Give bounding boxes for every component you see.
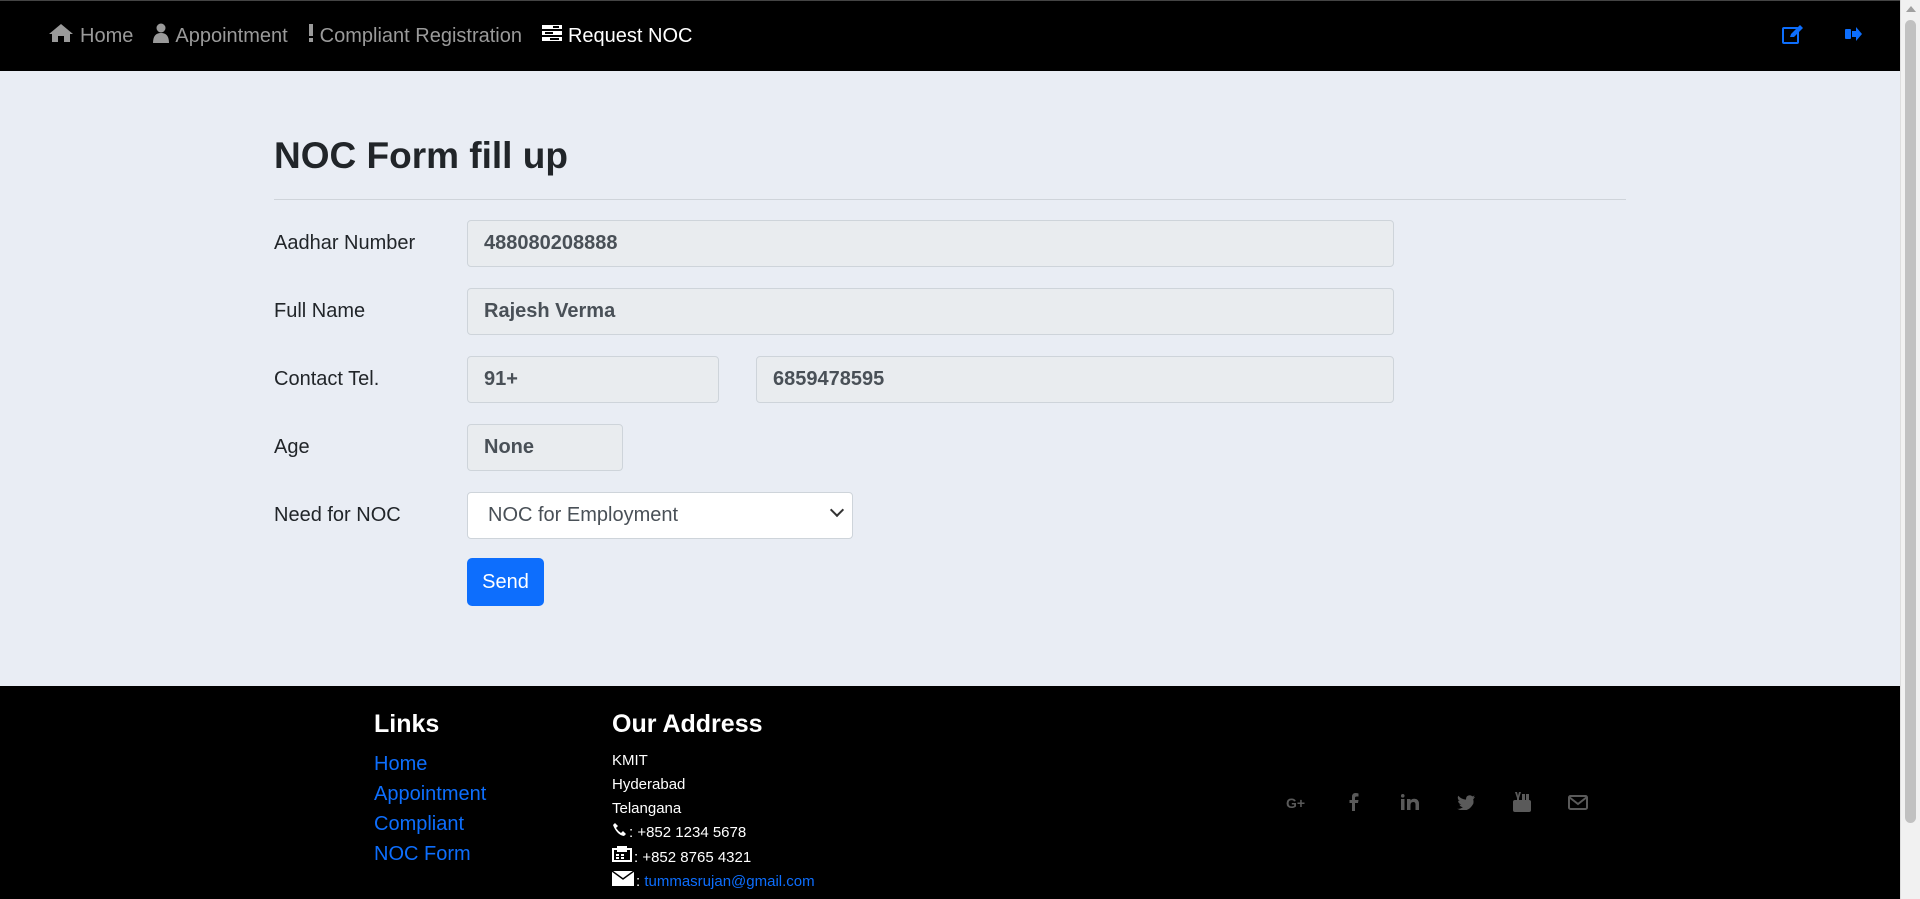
- title-divider: [274, 199, 1626, 200]
- full-name-field: Rajesh Verma: [467, 288, 1394, 335]
- contact-label: Contact Tel.: [274, 368, 380, 390]
- footer: Links Home Appointment Compliant NOC For…: [0, 686, 1900, 899]
- nav-item-label: Home: [80, 24, 134, 47]
- age-field: None: [467, 424, 623, 471]
- email-prefix: :: [636, 873, 641, 890]
- aadhar-row: Aadhar Number 488080208888: [274, 220, 1626, 267]
- tasks-icon: [541, 24, 562, 48]
- top-navbar: Home Appointment Compliant Registration …: [0, 0, 1900, 71]
- envelope-icon[interactable]: [1550, 794, 1606, 815]
- phone-line: : +852 1234 5678: [612, 821, 815, 845]
- country-code-field: 91+: [467, 356, 719, 403]
- address-line: Telangana: [612, 800, 682, 817]
- youtube-icon[interactable]: [1494, 792, 1550, 817]
- nav-item-home[interactable]: Home: [48, 23, 133, 49]
- nav-menu: Home Appointment Compliant Registration …: [0, 23, 712, 49]
- email-line: : tummasrujan@gmail.com: [611, 870, 815, 894]
- aadhar-label: Aadhar Number: [274, 232, 416, 254]
- scroll-up-icon[interactable]: [1906, 6, 1916, 12]
- send-button[interactable]: Send: [467, 558, 544, 606]
- address-line: Hyderabad: [612, 776, 686, 793]
- fax-icon: [612, 845, 632, 870]
- chevron-down-icon: [829, 502, 845, 518]
- age-row: Age None: [274, 424, 1626, 471]
- phone-text: : +852 1234 5678: [629, 824, 747, 841]
- home-icon: [48, 23, 74, 49]
- fax-text: : +852 8765 4321: [634, 848, 752, 866]
- nav-item-request-noc[interactable]: Request NOC: [541, 24, 693, 48]
- fax-line: : +852 8765 4321: [612, 845, 815, 870]
- google-plus-icon[interactable]: G+: [1270, 794, 1326, 815]
- nav-item-label: Request NOC: [567, 24, 693, 47]
- noc-need-label: Need for NOC: [274, 504, 401, 526]
- links-heading: Links: [374, 710, 440, 738]
- email-link[interactable]: tummasrujan@gmail.com: [644, 870, 814, 894]
- nav-right-actions: [1742, 1, 1862, 72]
- full-name-row: Full Name Rajesh Verma: [274, 288, 1626, 335]
- phone-icon: [612, 821, 627, 845]
- scrollbar-thumb[interactable]: [1905, 20, 1916, 823]
- footer-links: Links Home Appointment Compliant NOC For…: [374, 710, 486, 869]
- nav-item-label: Compliant Registration: [319, 24, 522, 47]
- envelope-icon: [611, 870, 635, 894]
- full-name-label: Full Name: [274, 300, 366, 322]
- footer-link-noc-form[interactable]: NOC Form: [374, 839, 486, 869]
- page-title: NOC Form fill up: [274, 135, 568, 176]
- noc-need-row: Need for NOC NOC for Employment: [274, 492, 1626, 539]
- nav-item-appointment[interactable]: Appointment: [153, 23, 288, 49]
- footer-link-compliant[interactable]: Compliant: [374, 809, 486, 839]
- nav-item-label: Appointment: [175, 24, 288, 47]
- noc-need-select[interactable]: NOC for Employment: [467, 492, 853, 539]
- svg-text:G+: G+: [1286, 796, 1305, 810]
- footer-address: Our Address KMIT Hyderabad Telangana : +…: [611, 710, 815, 894]
- user-icon: [153, 23, 170, 49]
- footer-link-home[interactable]: Home: [374, 749, 486, 779]
- contact-row: Contact Tel. 91+ 6859478595: [274, 356, 1626, 403]
- nav-item-compliant-registration[interactable]: Compliant Registration: [308, 23, 522, 49]
- noc-need-selected-value: NOC for Employment: [488, 504, 679, 526]
- linkedin-icon[interactable]: [1382, 794, 1438, 815]
- facebook-icon[interactable]: [1326, 793, 1382, 816]
- footer-link-appointment[interactable]: Appointment: [374, 779, 486, 809]
- vertical-scrollbar[interactable]: [1900, 0, 1920, 899]
- exclamation-icon: [308, 23, 314, 49]
- social-links: G+: [1270, 792, 1606, 817]
- address-heading: Our Address: [612, 710, 763, 738]
- sign-out-icon[interactable]: [1844, 26, 1862, 47]
- twitter-icon[interactable]: [1438, 794, 1494, 815]
- phone-field: 6859478595: [756, 356, 1394, 403]
- noc-form-section: NOC Form fill up Aadhar Number 488080208…: [274, 71, 1626, 606]
- aadhar-field: 488080208888: [467, 220, 1394, 267]
- address-line: KMIT: [612, 752, 648, 769]
- edit-icon[interactable]: [1782, 24, 1804, 49]
- age-label: Age: [274, 436, 310, 458]
